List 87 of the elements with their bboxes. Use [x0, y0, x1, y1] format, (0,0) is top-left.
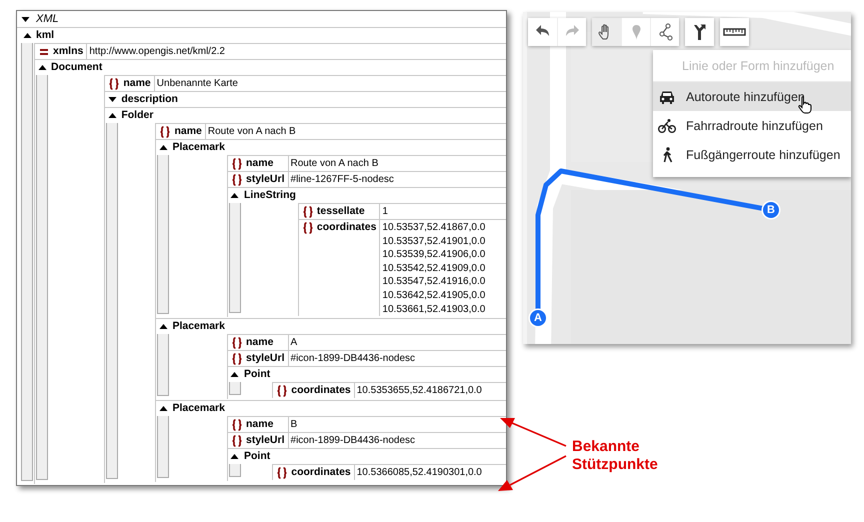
element-name: name — [123, 76, 151, 91]
braces-icon — [230, 419, 243, 432]
element-name: kml — [35, 28, 56, 43]
braces-icon — [302, 206, 314, 218]
pin-icon — [632, 25, 640, 40]
hand-icon — [598, 24, 608, 40]
ruler-icon — [723, 28, 746, 36]
braces-icon — [159, 126, 172, 138]
element-value[interactable]: A — [288, 334, 506, 350]
toolbar-button[interactable] — [720, 18, 749, 46]
element-name: coordinates — [291, 383, 351, 398]
element-name: coordinates — [291, 465, 351, 480]
element-name: Point — [242, 449, 272, 464]
element-value[interactable]: Route von A nach B — [288, 155, 506, 171]
element-name: name — [174, 124, 202, 139]
collapse-triangle-icon[interactable] — [230, 452, 240, 462]
menu-item[interactable]: Fahrradroute hinzufügen — [653, 111, 851, 140]
toolbar-button[interactable] — [685, 18, 714, 46]
element-name: name — [246, 156, 274, 171]
collapse-triangle-icon[interactable] — [158, 322, 168, 332]
toolbar-button[interactable] — [528, 18, 557, 46]
expand-triangle-icon[interactable] — [108, 95, 117, 104]
equals-icon — [38, 46, 50, 58]
braces-icon — [276, 467, 288, 480]
menu-item[interactable]: Fußgängerroute hinzufügen — [653, 140, 851, 169]
attribute-value[interactable]: http://www.opengis.net/kml/2.2 — [86, 43, 506, 59]
element-name: styleUrl — [246, 433, 285, 448]
element-name: tessellate — [316, 204, 365, 219]
route-marker[interactable]: A — [530, 310, 546, 326]
document-title: XML — [36, 13, 59, 25]
element-value[interactable]: B — [288, 416, 506, 432]
element-value[interactable]: 10.5366085,52.4190301,0.0 — [354, 464, 506, 480]
element-name: Placemark — [171, 401, 226, 416]
braces-icon — [230, 174, 243, 186]
element-name: coordinates — [316, 220, 376, 235]
element-name: Placemark — [171, 319, 226, 334]
collapse-triangle-icon[interactable] — [158, 404, 168, 414]
scroll-gutter — [228, 464, 241, 478]
polyline-icon — [659, 24, 672, 40]
element-name: styleUrl — [246, 172, 285, 187]
element-name: LineString — [242, 188, 297, 203]
collapse-triangle-icon[interactable] — [158, 143, 168, 152]
braces-icon — [230, 353, 243, 366]
braces-icon — [276, 385, 288, 398]
element-value[interactable]: #line-1267FF-5-nodesc — [288, 171, 506, 187]
element-value[interactable]: 1 — [379, 203, 506, 219]
attribute-name: xmlns — [53, 44, 84, 59]
route-marker[interactable]: B — [763, 202, 779, 218]
element-name: Placemark — [171, 140, 226, 155]
element-value[interactable]: Route von A nach B — [204, 123, 506, 139]
expand-triangle-icon[interactable] — [21, 14, 30, 24]
arrow — [498, 455, 566, 491]
braces-icon — [230, 435, 243, 448]
collapse-triangle-icon[interactable] — [22, 31, 32, 40]
element-name: description — [120, 92, 179, 107]
element-name: Document — [50, 60, 104, 75]
element-name: Folder — [120, 108, 154, 123]
element-name: Point — [242, 367, 272, 382]
element-value[interactable]: 10.5353655,52.4186721,0.0 — [354, 382, 506, 398]
car-icon — [658, 88, 676, 104]
redo-icon — [566, 25, 578, 36]
undo-icon — [536, 25, 549, 36]
menu-item[interactable]: Autoroute hinzufügen — [653, 82, 851, 111]
arrow — [500, 418, 566, 447]
toolbar-button[interactable] — [650, 18, 679, 46]
braces-icon — [230, 158, 243, 170]
braces-icon — [302, 222, 314, 234]
scroll-gutter — [228, 382, 241, 396]
braces-icon — [108, 78, 120, 90]
annotation-text: Bekannte Stützpunkte — [572, 438, 659, 474]
element-value[interactable]: Unbenannte Karte — [154, 75, 506, 91]
fork-arrow-icon — [694, 24, 706, 40]
element-name: name — [246, 417, 274, 432]
element-name: name — [246, 335, 274, 350]
bicycle-icon — [658, 118, 676, 134]
scroll-gutter — [157, 334, 170, 396]
collapse-triangle-icon[interactable] — [230, 370, 240, 380]
braces-icon — [230, 337, 243, 350]
element-value[interactable]: #icon-1899-DB4436-nodesc — [288, 350, 506, 366]
element-name: styleUrl — [246, 351, 285, 366]
element-value[interactable]: 10.53537,52.41867,0.0 10.53537,52.41901,0.0 10.53539,52.41906,0.0 10.53542,52.41909,0.0 10.53547,52.41916,0.0 10.53642,52.41905,0.0 10.53661,52.41903,0.0 — [379, 219, 506, 316]
toolbar-button[interactable] — [592, 18, 621, 46]
scroll-gutter — [157, 416, 170, 478]
collapse-triangle-icon[interactable] — [108, 111, 117, 120]
collapse-triangle-icon[interactable] — [230, 191, 240, 200]
element-value[interactable]: #icon-1899-DB4436-nodesc — [288, 432, 506, 448]
collapse-triangle-icon[interactable] — [38, 63, 46, 72]
